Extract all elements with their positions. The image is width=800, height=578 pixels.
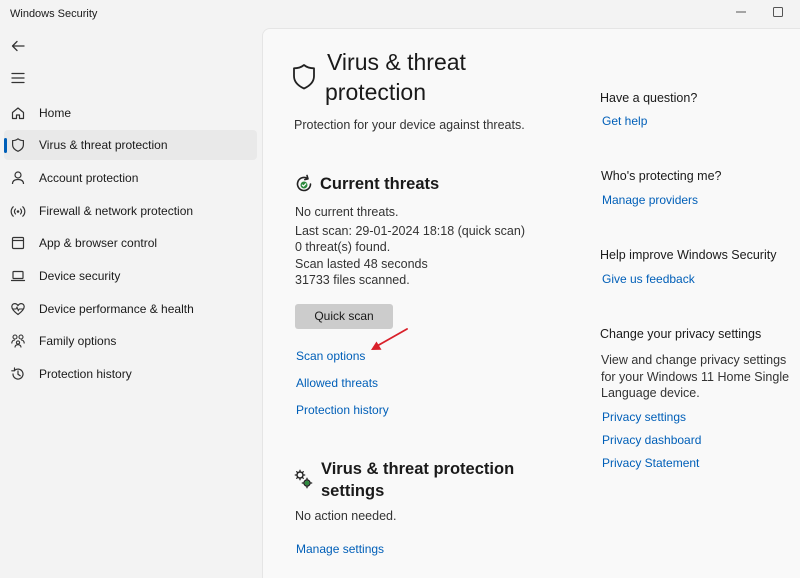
annotation-arrow — [371, 328, 408, 350]
get-help-link[interactable]: Get help — [602, 114, 647, 128]
last-scan-text: Last scan: 29-01-2024 18:18 (quick scan) — [295, 224, 525, 238]
no-threats-text: No current threats. — [295, 205, 399, 219]
shield-icon — [293, 64, 315, 90]
minimize-button[interactable] — [726, 5, 756, 23]
minimize-icon — [736, 11, 746, 13]
title-bar: Windows Security — [0, 0, 800, 28]
scan-options-link[interactable]: Scan options — [296, 349, 365, 363]
window-title: Windows Security — [10, 8, 98, 20]
sidebar-item-label: Family options — [39, 334, 117, 348]
sidebar-item-label: Home — [39, 106, 72, 120]
laptop-icon — [10, 270, 26, 282]
shield-icon — [12, 138, 24, 152]
privacy-heading: Change your privacy settings — [600, 327, 762, 341]
family-icon — [11, 334, 25, 348]
wifi-icon — [10, 206, 26, 217]
manage-settings-link[interactable]: Manage settings — [296, 542, 384, 556]
protection-history-link[interactable]: Protection history — [296, 403, 389, 417]
active-indicator — [4, 138, 7, 153]
settings-status-text: No action needed. — [295, 509, 397, 523]
privacy-description-line2: for your Windows 11 Home Single — [601, 370, 790, 384]
menu-button[interactable] — [10, 70, 28, 88]
sidebar-item-firewall-network-protection[interactable]: Firewall & network protection — [4, 196, 257, 226]
protecting-heading: Who's protecting me? — [601, 169, 722, 183]
improve-heading: Help improve Windows Security — [600, 248, 777, 262]
question-heading: Have a question? — [600, 91, 698, 105]
sidebar-item-label: Protection history — [39, 367, 132, 381]
page-title-line2: protection — [325, 79, 427, 105]
hamburger-icon — [11, 72, 25, 84]
sidebar-item-app-browser-control[interactable]: App & browser control — [4, 228, 257, 258]
person-icon — [11, 171, 25, 185]
threats-found-text: 0 threat(s) found. — [295, 240, 391, 254]
sidebar-item-device-security[interactable]: Device security — [4, 261, 257, 291]
maximize-icon — [773, 7, 783, 17]
manage-providers-link[interactable]: Manage providers — [602, 193, 698, 207]
privacy-description-line1: View and change privacy settings — [601, 353, 787, 367]
scan-refresh-icon — [296, 174, 312, 192]
sidebar-item-account-protection[interactable]: Account protection — [4, 163, 257, 193]
sidebar-item-device-performance-health[interactable]: Device performance & health — [4, 294, 257, 324]
main-content: Virus & threat protection Protection for… — [262, 28, 800, 578]
allowed-threats-link[interactable]: Allowed threats — [296, 376, 378, 390]
sidebar-item-protection-history[interactable]: Protection history — [4, 359, 257, 389]
sidebar-item-label: App & browser control — [39, 236, 158, 250]
page-title: Virus & threat — [327, 49, 466, 75]
sidebar-item-label: Firewall & network protection — [39, 204, 194, 218]
heart-pulse-icon — [11, 303, 25, 316]
quick-scan-button[interactable]: Quick scan — [295, 304, 393, 329]
sidebar-item-home[interactable]: Home — [4, 98, 257, 128]
sidebar-item-virus-threat-protection[interactable]: Virus & threat protection — [4, 130, 257, 160]
sidebar-item-label: Account protection — [39, 171, 139, 185]
sidebar-item-label: Device performance & health — [39, 302, 194, 316]
sidebar-item-family-options[interactable]: Family options — [4, 326, 257, 356]
back-arrow-icon — [11, 40, 25, 52]
settings-gear-icon — [294, 469, 313, 489]
privacy-settings-link[interactable]: Privacy settings — [602, 410, 686, 424]
settings-heading-line2: settings — [321, 482, 385, 500]
privacy-statement-link[interactable]: Privacy Statement — [602, 456, 699, 470]
back-button[interactable] — [10, 38, 28, 56]
sidebar-item-label: Device security — [39, 269, 121, 283]
privacy-description-line3: Language device. — [601, 386, 700, 400]
page-subtitle: Protection for your device against threa… — [294, 118, 525, 132]
sidebar-item-label: Virus & threat protection — [39, 138, 168, 152]
sidebar: Home Virus & threat protection Account p… — [0, 28, 262, 578]
privacy-dashboard-link[interactable]: Privacy dashboard — [602, 433, 701, 447]
maximize-button[interactable] — [763, 5, 793, 23]
scan-duration-text: Scan lasted 48 seconds — [295, 257, 428, 271]
files-scanned-text: 31733 files scanned. — [295, 273, 410, 287]
current-threats-heading: Current threats — [320, 175, 440, 193]
app-window-icon — [11, 236, 25, 250]
home-icon — [11, 107, 25, 120]
history-icon — [11, 367, 24, 380]
settings-heading: Virus & threat protection — [321, 460, 515, 478]
feedback-link[interactable]: Give us feedback — [602, 272, 695, 286]
